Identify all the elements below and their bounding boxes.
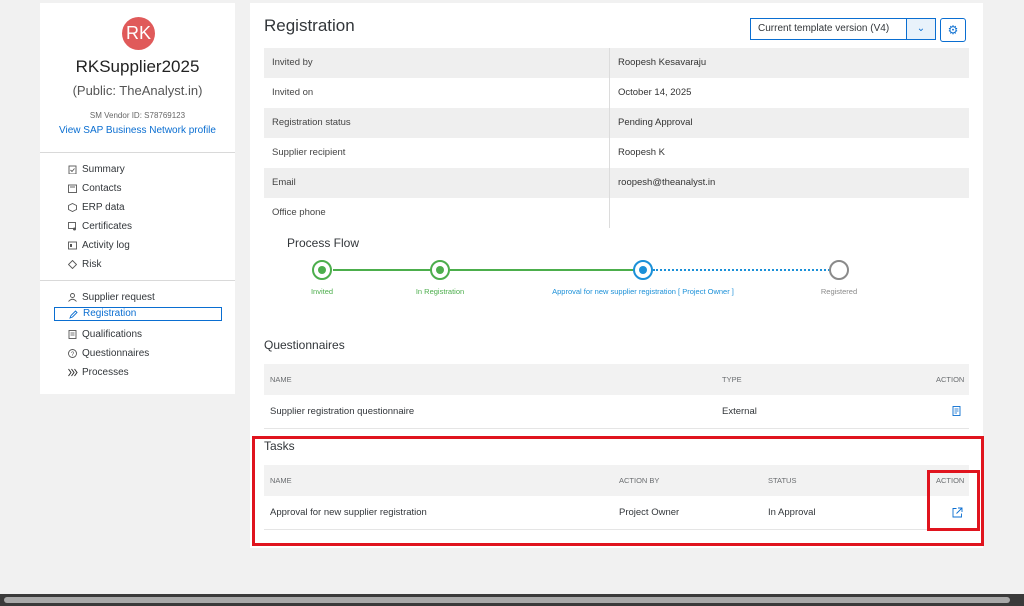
flow-connector-done [333, 269, 441, 271]
vendor-id: SM Vendor ID: S78769123 [89, 111, 186, 120]
supplier-name: RKSupplier2025 [75, 57, 200, 76]
questionnaires-title: Questionnaires [264, 338, 345, 352]
questionnaire-name[interactable]: Supplier registration questionnaire [270, 396, 414, 428]
flow-step-label: In Registration [415, 287, 465, 296]
sidebar-item-questionnaires[interactable]: ? Questionnaires [40, 344, 235, 363]
process-chevrons-icon [68, 368, 78, 377]
info-label: Email [264, 168, 610, 198]
avatar: RK [122, 17, 155, 50]
info-row-email: Email roopesh@theanalyst.in [264, 168, 969, 198]
flow-step-approval[interactable] [633, 260, 653, 280]
document-icon [68, 330, 77, 339]
info-label: Invited on [264, 78, 610, 108]
table-row: Supplier registration questionnaire Exte… [264, 396, 969, 429]
gear-icon: ⚙ [947, 23, 959, 37]
registration-info-table: Invited by Roopesh Kesavaraju Invited on… [264, 48, 969, 228]
questionnaire-type: External [722, 406, 757, 417]
flow-step-label: Registered [820, 287, 858, 296]
tasks-highlight-box [252, 436, 984, 546]
sidebar-item-label: ERP data [82, 202, 125, 213]
flow-connector-done [450, 269, 634, 271]
flow-step-label: Invited [310, 287, 334, 296]
divider [40, 280, 235, 281]
supplier-profile-panel: RK RKSupplier2025 (Public: TheAnalyst.in… [40, 3, 235, 394]
clipboard-icon [68, 165, 77, 175]
sidebar-item-label: Summary [82, 164, 125, 175]
nav-group-profile: Summary Contacts ERP data Certificates A… [40, 160, 235, 274]
column-header-name: NAME [270, 375, 292, 384]
sidebar-item-label: Qualifications [82, 329, 143, 340]
sidebar-item-label: Registration [83, 308, 137, 319]
info-label: Registration status [264, 108, 610, 138]
info-row-supplier-recipient: Supplier recipient Roopesh K [264, 138, 969, 168]
questionnaires-table-header: NAME TYPE ACTION [264, 364, 969, 395]
supplier-public-name: (Public: TheAnalyst.in) [72, 83, 203, 98]
sidebar-item-label: Contacts [82, 183, 122, 194]
flow-step-registered[interactable] [829, 260, 849, 280]
current-dot-icon [639, 266, 647, 274]
info-value: Roopesh K [618, 147, 666, 158]
sidebar-item-risk[interactable]: Risk [40, 255, 235, 274]
action-highlight-box [927, 470, 980, 531]
process-flow-title: Process Flow [287, 236, 360, 250]
sidebar-item-qualifications[interactable]: Qualifications [40, 325, 235, 344]
sidebar-item-label: Risk [82, 259, 102, 270]
certificate-icon [68, 222, 77, 231]
sidebar-item-activity-log[interactable]: Activity log [40, 236, 235, 255]
sidebar-item-certificates[interactable]: Certificates [40, 217, 235, 236]
info-label: Supplier recipient [264, 138, 610, 168]
info-value: roopesh@theanalyst.in [618, 177, 716, 188]
info-value: October 14, 2025 [618, 87, 692, 98]
cube-icon [68, 202, 77, 213]
sidebar-item-label: Certificates [82, 221, 133, 232]
scrollbar-thumb[interactable] [4, 597, 1010, 603]
page-title: Registration [264, 16, 355, 35]
info-label: Office phone [264, 198, 610, 228]
info-label: Invited by [264, 48, 610, 78]
settings-button[interactable]: ⚙ [940, 18, 966, 42]
sidebar-item-label: Activity log [82, 240, 130, 251]
sidebar-item-label: Processes [82, 367, 129, 378]
info-row-registration-status: Registration status Pending Approval [264, 108, 969, 138]
sidebar-item-label: Questionnaires [82, 348, 150, 359]
info-value: Roopesh Kesavaraju [618, 57, 707, 68]
column-header-action: ACTION [936, 375, 965, 384]
template-version-value: Current template version (V4) [758, 23, 890, 34]
view-network-profile-link[interactable]: View SAP Business Network profile [40, 125, 235, 136]
check-dot-icon [318, 266, 326, 274]
info-row-invited-on: Invited on October 14, 2025 [264, 78, 969, 108]
info-value: Pending Approval [618, 117, 693, 128]
nav-group-process: Supplier request Registration Qualificat… [40, 288, 235, 382]
flow-step-invited[interactable] [312, 260, 332, 280]
sidebar-item-supplier-request[interactable]: Supplier request [40, 288, 235, 307]
sidebar-item-processes[interactable]: Processes [40, 363, 235, 382]
info-row-office-phone: Office phone [264, 198, 969, 228]
sidebar-item-registration[interactable]: Registration [54, 307, 222, 321]
info-value [610, 198, 969, 228]
contact-card-icon [68, 184, 77, 193]
divider [40, 152, 235, 153]
flow-step-label: Approval for new supplier registration [… [552, 287, 734, 296]
sidebar-item-label: Supplier request [82, 292, 155, 303]
pencil-icon [69, 310, 78, 319]
question-icon: ? [68, 349, 77, 358]
user-request-icon [68, 293, 77, 302]
risk-diamond-icon [67, 259, 78, 270]
survey-icon[interactable] [952, 398, 962, 430]
flow-connector-pending [653, 269, 830, 271]
column-header-type: TYPE [722, 375, 742, 384]
sidebar-item-contacts[interactable]: Contacts [40, 179, 235, 198]
activity-log-icon [68, 241, 77, 250]
info-row-invited-by: Invited by Roopesh Kesavaraju [264, 48, 969, 78]
check-dot-icon [436, 266, 444, 274]
sidebar-item-summary[interactable]: Summary [40, 160, 235, 179]
template-version-select[interactable]: Current template version (V4) ⌄ [750, 18, 936, 40]
chevron-down-icon[interactable]: ⌄ [906, 19, 935, 39]
flow-step-in-registration[interactable] [430, 260, 450, 280]
sidebar-item-erp-data[interactable]: ERP data [40, 198, 235, 217]
